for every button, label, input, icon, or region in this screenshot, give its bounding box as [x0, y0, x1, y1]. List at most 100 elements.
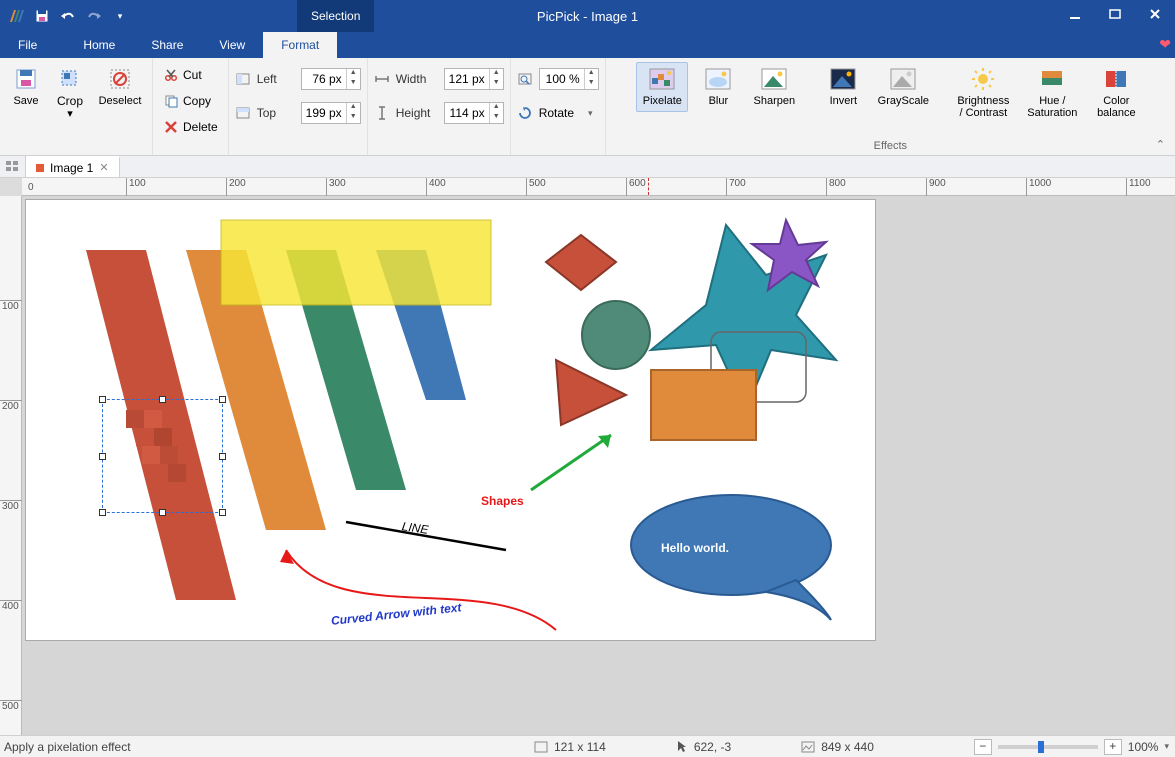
resize-handle-w[interactable] — [99, 453, 106, 460]
resize-handle-ne[interactable] — [219, 396, 226, 403]
hue-icon — [1040, 67, 1064, 91]
top-input[interactable]: ▲▼ — [301, 102, 361, 124]
close-tab-button[interactable]: ✕ — [99, 161, 108, 174]
document-tab-image1[interactable]: Image 1 ✕ — [26, 156, 120, 177]
status-cursor-pos: 622, -3 — [666, 740, 741, 754]
rotate-icon — [517, 105, 533, 121]
tab-share[interactable]: Share — [133, 32, 201, 58]
title-bar: ▾ Selection PicPick - Image 1 — [0, 0, 1175, 32]
zoom-out-button[interactable]: − — [974, 739, 992, 755]
left-input[interactable]: ▲▼ — [301, 68, 361, 90]
left-label: Left — [257, 72, 295, 86]
hue-button[interactable]: Hue / Saturation — [1020, 62, 1084, 124]
color-balance-icon — [1104, 67, 1128, 91]
file-menu[interactable]: File — [0, 32, 55, 58]
spin-up[interactable]: ▲ — [346, 69, 360, 79]
qat-customize-caret[interactable]: ▾ — [108, 4, 132, 28]
status-image-size: 849 x 440 — [791, 740, 884, 754]
pixelate-icon — [650, 67, 674, 91]
deselect-icon — [108, 67, 132, 91]
resize-handle-s[interactable] — [159, 509, 166, 516]
position-left-icon — [235, 71, 251, 87]
crop-icon — [58, 67, 82, 91]
document-tab-strip: Image 1 ✕ — [0, 156, 1175, 178]
height-input[interactable]: ▲▼ — [444, 102, 504, 124]
cursor-icon — [676, 740, 688, 754]
invert-button[interactable]: Invert — [817, 62, 869, 112]
resize-handle-sw[interactable] — [99, 509, 106, 516]
viewport[interactable]: Shapes LINE Curved Arrow with text Hello… — [22, 196, 1175, 735]
collapse-ribbon-button[interactable]: ⌃ — [1156, 138, 1165, 151]
heart-icon[interactable]: ❤ — [1159, 36, 1171, 53]
thumbnails-toggle[interactable] — [0, 156, 26, 177]
app-logo-icon — [4, 4, 28, 28]
crop-button[interactable]: Crop▾ — [48, 62, 92, 125]
copy-button[interactable]: Copy — [159, 88, 222, 114]
zoom-in-button[interactable]: + — [1104, 739, 1122, 755]
qat-redo-button[interactable] — [82, 4, 106, 28]
invert-icon — [831, 67, 855, 91]
close-button[interactable] — [1135, 0, 1175, 28]
blur-button[interactable]: Blur — [692, 62, 744, 112]
line-label: LINE — [401, 519, 430, 537]
width-label: Width — [396, 72, 438, 86]
status-bar: Apply a pixelation effect 121 x 114 622,… — [0, 735, 1175, 757]
image-size-icon — [801, 741, 815, 753]
sharpen-button[interactable]: Sharpen — [748, 62, 800, 112]
brightness-button[interactable]: Brightness / Contrast — [950, 62, 1016, 124]
zoom-icon — [517, 71, 533, 87]
save-icon — [14, 67, 38, 91]
zoom-caret-icon[interactable]: ▾ — [1164, 741, 1169, 752]
tab-home[interactable]: Home — [65, 32, 133, 58]
zoom-control[interactable]: − + 100% ▾ — [974, 739, 1169, 755]
contextual-tab-label: Selection — [297, 0, 374, 32]
copy-icon — [163, 93, 179, 109]
ruler-horizontal[interactable]: 0 10020030040050060070080090010001100 — [22, 178, 1175, 196]
ruler-vertical[interactable]: 100200300400500 — [0, 196, 22, 735]
brightness-icon — [971, 67, 995, 91]
maximize-button[interactable] — [1095, 0, 1135, 28]
color-balance-button[interactable]: Color balance — [1088, 62, 1144, 124]
zoom-slider[interactable] — [998, 745, 1098, 749]
grayscale-icon — [891, 67, 915, 91]
ribbon: Save Crop▾ Deselect Cut Copy — [0, 58, 1175, 156]
save-button[interactable]: Save — [6, 62, 46, 112]
delete-button[interactable]: Delete — [159, 114, 222, 140]
deselect-button[interactable]: Deselect — [94, 62, 146, 112]
tab-view[interactable]: View — [201, 32, 263, 58]
caret-down-icon: ▾ — [588, 108, 593, 119]
cut-button[interactable]: Cut — [159, 62, 222, 88]
resize-handle-n[interactable] — [159, 396, 166, 403]
grayscale-button[interactable]: GrayScale — [873, 62, 933, 112]
height-icon — [374, 105, 390, 121]
selection-marquee[interactable] — [102, 399, 223, 513]
top-label: Top — [257, 106, 295, 120]
height-label: Height — [396, 106, 438, 120]
spin-down[interactable]: ▼ — [346, 79, 360, 89]
qat-undo-button[interactable] — [56, 4, 80, 28]
rotate-button[interactable]: Rotate ▾ — [517, 100, 599, 126]
effects-group-caption: Effects — [612, 139, 1169, 153]
selection-size-icon — [534, 741, 548, 753]
status-hint: Apply a pixelation effect — [4, 740, 524, 754]
sharpen-icon — [762, 67, 786, 91]
pixelate-button[interactable]: Pixelate — [636, 62, 688, 112]
workspace: 0 10020030040050060070080090010001100 10… — [0, 178, 1175, 735]
delete-icon — [163, 119, 179, 135]
modified-indicator-icon — [36, 164, 44, 172]
qat-save-button[interactable] — [30, 4, 54, 28]
zoom-value: 100% — [1128, 740, 1159, 754]
minimize-button[interactable] — [1055, 0, 1095, 28]
status-selection-size: 121 x 114 — [524, 740, 616, 754]
canvas[interactable]: Shapes LINE Curved Arrow with text Hello… — [26, 200, 875, 640]
resize-handle-nw[interactable] — [99, 396, 106, 403]
shapes-label: Shapes — [481, 494, 524, 508]
resize-handle-e[interactable] — [219, 453, 226, 460]
tab-format[interactable]: Format — [263, 32, 337, 58]
resize-handle-se[interactable] — [219, 509, 226, 516]
width-input[interactable]: ▲▼ — [444, 68, 504, 90]
width-icon — [374, 71, 390, 87]
blur-icon — [706, 67, 730, 91]
zoom-input[interactable]: ▲▼ — [539, 68, 599, 90]
app-title: PicPick - Image 1 — [537, 9, 638, 24]
